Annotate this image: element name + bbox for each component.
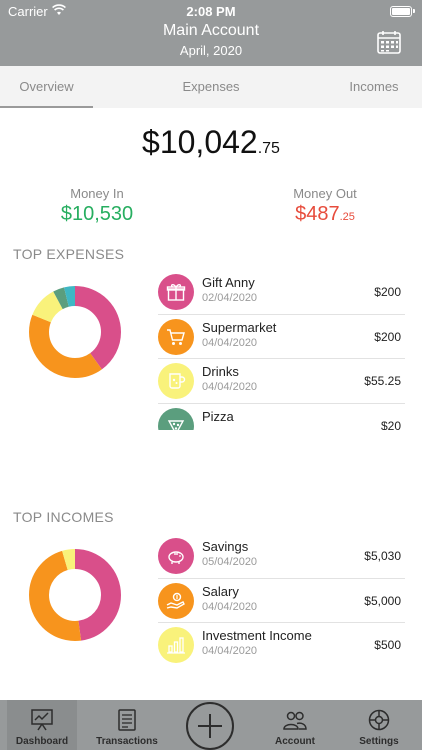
account-icon	[283, 711, 307, 730]
tab-account[interactable]: Account	[260, 700, 330, 750]
chart-bars-icon	[158, 627, 194, 663]
item-date: 04/04/2020	[202, 336, 258, 349]
item-amount: $55.25	[364, 374, 401, 388]
balance-cents: .75	[257, 140, 280, 157]
list-item[interactable]: Supermarket 04/04/2020 $200	[158, 315, 405, 359]
money-out-value: $487	[295, 203, 340, 225]
money-out-cents: .25	[339, 211, 355, 223]
cart-icon	[158, 318, 194, 355]
money-out-label: Money Out	[293, 186, 357, 201]
header: Carrier 2:08 PM Main Account April, 2020	[0, 0, 422, 66]
item-name: Pizza	[202, 408, 234, 424]
item-amount: $5,030	[364, 549, 401, 563]
balance-amount: $10,042	[142, 124, 258, 160]
money-in: Money In $10,530	[17, 186, 177, 226]
tab-incomes[interactable]: Incomes	[330, 66, 418, 108]
list-item[interactable]: Savings 05/04/2020 $5,030	[158, 534, 405, 579]
tab-expenses[interactable]: Expenses	[150, 66, 272, 108]
list-item[interactable]: Pizza $20	[158, 404, 405, 431]
battery-icon	[390, 6, 415, 17]
top-incomes-title: TOP INCOMES	[13, 509, 114, 525]
item-name: Drinks	[202, 364, 239, 379]
item-date: 04/04/2020	[202, 381, 258, 393]
dashboard-icon	[31, 709, 53, 731]
piggy-bank-icon	[158, 538, 194, 574]
account-balance: $10,042.75	[0, 124, 422, 161]
money-out-value-wrap: $487.25	[245, 203, 405, 226]
item-name: Salary	[202, 583, 239, 599]
top-expenses-list: Gift Anny 02/04/2020 $200 Supermarket 04…	[158, 270, 405, 430]
incomes-donut-chart	[29, 549, 121, 641]
item-date: 02/04/2020	[202, 292, 258, 304]
list-item[interactable]: Investment Income 04/04/2020 $500	[158, 623, 405, 668]
item-amount: $5,000	[364, 593, 401, 608]
item-name: Investment Income	[202, 628, 312, 643]
tab-settings-label: Settings	[359, 736, 399, 747]
list-item[interactable]: Gift Anny 02/04/2020 $200	[158, 270, 405, 315]
tab-settings[interactable]: Settings	[344, 700, 414, 750]
page-title: Main Account	[162, 22, 260, 39]
tab-dashboard[interactable]: Dashboard	[7, 700, 77, 750]
calendar-icon[interactable]	[376, 29, 402, 55]
item-date: 04/04/2020	[202, 645, 258, 657]
tab-overview[interactable]: Overview	[0, 66, 93, 108]
page-subtitle[interactable]: April, 2020	[0, 43, 422, 58]
item-date: 04/04/2020	[202, 600, 258, 613]
money-in-value: $10,530	[60, 203, 134, 225]
tab-transactions[interactable]: Transactions	[92, 700, 162, 750]
gift-icon	[158, 274, 194, 310]
settings-icon	[368, 709, 390, 731]
list-item[interactable]: Salary 04/04/2020 $5,000	[158, 579, 405, 623]
item-date: 05/04/2020	[202, 556, 258, 568]
clock: 2:08 PM	[186, 4, 236, 19]
add-transaction-button[interactable]	[186, 702, 234, 750]
pizza-icon	[158, 407, 194, 430]
money-out: Money Out $487.25	[245, 186, 405, 226]
item-amount: $200	[374, 329, 401, 344]
item-amount: $500	[374, 638, 401, 652]
item-name: Savings	[202, 539, 249, 554]
tab-account-label: Account	[275, 736, 315, 747]
top-expenses-title: TOP EXPENSES	[13, 246, 125, 262]
expenses-donut-chart	[29, 286, 121, 378]
plus-icon	[198, 714, 222, 738]
item-name: Gift Anny	[202, 275, 255, 290]
segment-tabs: Overview Expenses Incomes	[0, 66, 422, 108]
tab-transactions-label: Transactions	[96, 736, 158, 747]
top-incomes-list: Savings 05/04/2020 $5,030 Salary 04/04/2…	[158, 534, 405, 669]
list-item[interactable]: Drinks 04/04/2020 $55.25	[158, 359, 405, 404]
item-amount: $20	[380, 418, 401, 431]
item-name: Supermarket	[202, 319, 277, 335]
money-hand-icon	[158, 582, 194, 619]
transactions-icon	[118, 709, 136, 731]
money-in-label: Money In	[70, 186, 124, 201]
status-bar: Carrier 2:08 PM	[0, 0, 422, 22]
item-amount: $200	[374, 285, 401, 299]
tab-dashboard-label: Dashboard	[15, 736, 69, 747]
drink-icon	[158, 363, 194, 399]
